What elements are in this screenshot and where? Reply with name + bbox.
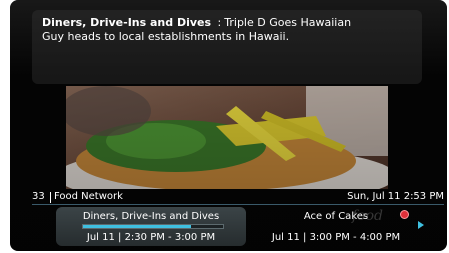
current-program-name: Diners, Drive-Ins and Dives: [82, 211, 220, 222]
tv-screen: Diners, Drive-Ins and Dives : Triple D Go…: [10, 0, 447, 251]
clock: Sun, Jul 11 2:53 PM: [347, 191, 444, 202]
program-guide: Diners, Drive-Ins and Dives Jul 11 | 2:3…: [32, 206, 442, 248]
show-description: Guy heads to local establishments in Haw…: [42, 30, 290, 43]
channel-bar: 33 Food Network Sun, Jul 11 2:53 PM: [32, 190, 444, 205]
show-title: Diners, Drive-Ins and Dives: [42, 16, 212, 29]
show-info-panel: Diners, Drive-Ins and Dives : Triple D Go…: [32, 10, 422, 84]
program-progress-fill: [83, 225, 191, 228]
episode-title: Triple D Goes Hawaiian: [224, 16, 352, 29]
show-title-line: Diners, Drive-Ins and Dives : Triple D Go…: [42, 16, 412, 30]
next-program[interactable]: Ace of Cakes Jul 11 | 3:00 PM - 4:00 PM: [258, 207, 414, 246]
channel-number: 33: [32, 191, 45, 202]
program-progress-bar: [82, 224, 224, 229]
channel-divider: [50, 192, 51, 203]
channel-name: Food Network: [54, 191, 123, 202]
food-network-logo: food: [352, 208, 384, 224]
next-arrow-icon[interactable]: [418, 221, 424, 229]
next-program-name: Ace of Cakes: [303, 211, 369, 222]
current-program[interactable]: Diners, Drive-Ins and Dives Jul 11 | 2:3…: [56, 207, 246, 246]
current-program-time: Jul 11 | 2:30 PM - 3:00 PM: [86, 232, 216, 243]
record-icon: [400, 210, 409, 219]
next-program-time: Jul 11 | 3:00 PM - 4:00 PM: [271, 232, 401, 243]
title-separator: :: [217, 16, 222, 29]
